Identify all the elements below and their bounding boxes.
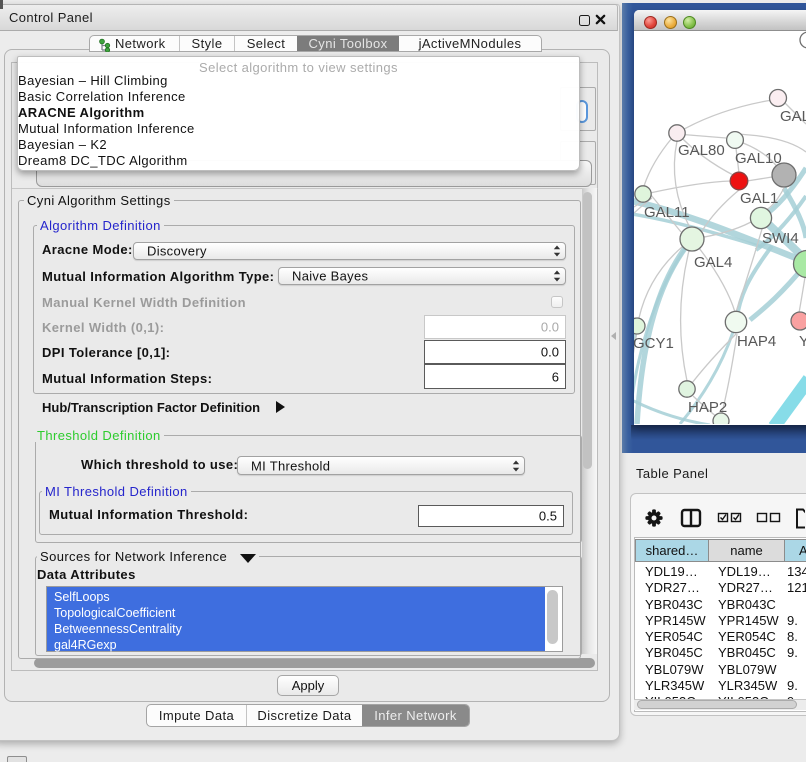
svg-text:GAL11: GAL11 <box>644 204 690 221</box>
svg-text:GAL10: GAL10 <box>735 150 782 167</box>
svg-text:GAL4: GAL4 <box>694 254 732 271</box>
svg-text:Y: Y <box>799 333 806 350</box>
svg-text:HAP4: HAP4 <box>737 333 776 350</box>
svg-text:SWI4: SWI4 <box>762 230 799 247</box>
svg-text:GAL80: GAL80 <box>678 142 725 159</box>
svg-text:GCY1: GCY1 <box>634 335 674 352</box>
svg-text:GAL7: GAL7 <box>780 108 806 125</box>
svg-text:HAP2: HAP2 <box>688 399 727 416</box>
svg-text:GAL1: GAL1 <box>740 190 778 207</box>
